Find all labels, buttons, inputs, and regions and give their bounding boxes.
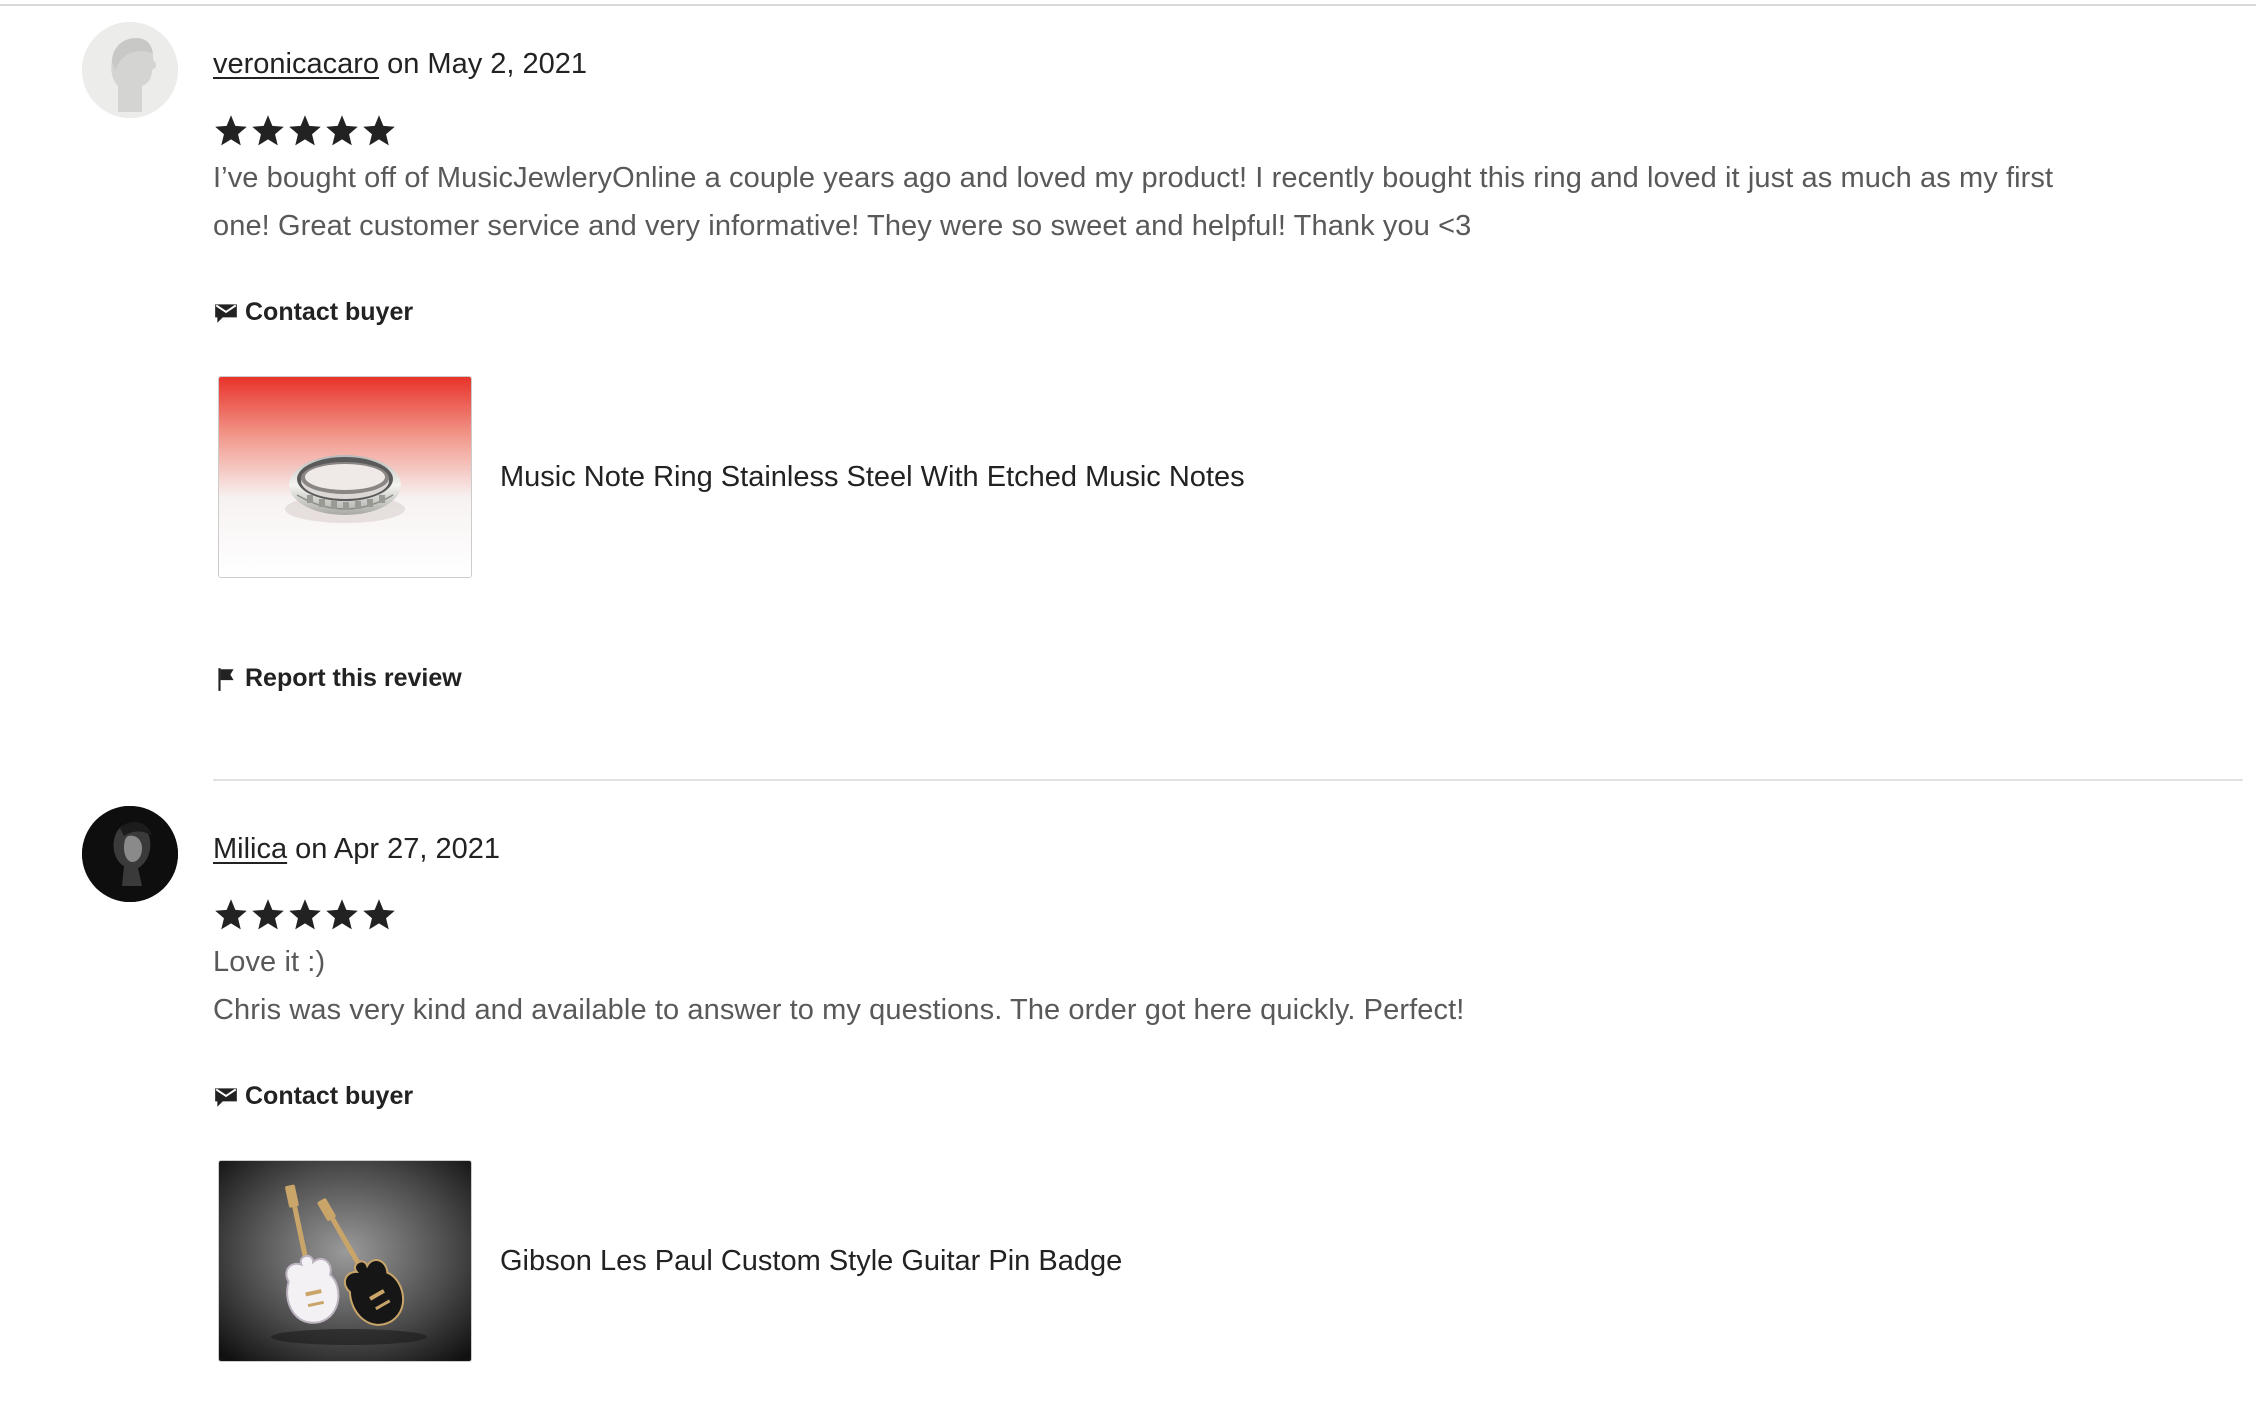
contact-buyer-label: Contact buyer <box>245 298 414 326</box>
review-title: Love it :) <box>213 946 326 978</box>
guitar-pins-image <box>219 1161 471 1361</box>
review-body: I’ve bought off of MusicJewleryOnline a … <box>213 154 2113 250</box>
star-icon <box>289 899 321 930</box>
product-title[interactable]: Gibson Les Paul Custom Style Guitar Pin … <box>500 1245 1122 1278</box>
review-date: Apr 27, 2021 <box>333 833 500 865</box>
review-date: May 2, 2021 <box>427 48 588 80</box>
user-photo-avatar <box>82 806 178 902</box>
flag-icon <box>218 667 234 691</box>
contact-buyer-button[interactable]: Contact buyer <box>213 1082 413 1111</box>
product-thumbnail[interactable] <box>218 1160 472 1362</box>
review-text: I’ve bought off of MusicJewleryOnline a … <box>213 162 2054 242</box>
review-meta: veronicacaro on May 2, 2021 <box>213 46 587 82</box>
review-divider <box>213 779 2243 781</box>
star-icon <box>326 115 358 146</box>
product-link[interactable]: Music Note Ring Stainless Steel With Etc… <box>218 376 1245 578</box>
date-prefix: on <box>287 833 334 865</box>
star-icon <box>215 115 247 146</box>
star-icon <box>326 899 358 930</box>
star-icon <box>252 115 284 146</box>
star-icon <box>289 115 321 146</box>
review-meta: Milica on Apr 27, 2021 <box>213 831 500 867</box>
product-link[interactable]: Gibson Les Paul Custom Style Guitar Pin … <box>218 1160 1122 1362</box>
star-icon <box>363 899 395 930</box>
review-text: Chris was very kind and available to ans… <box>213 994 1465 1026</box>
default-avatar-icon <box>82 22 178 118</box>
reviewer-username-link[interactable]: veronicacaro <box>213 48 379 80</box>
contact-buyer-label: Contact buyer <box>245 1082 414 1110</box>
star-icon <box>363 115 395 146</box>
avatar[interactable] <box>82 806 178 902</box>
envelope-icon <box>215 1087 237 1107</box>
contact-buyer-button[interactable]: Contact buyer <box>213 298 413 327</box>
star-icon <box>252 899 284 930</box>
review-body: Love it :) Chris was very kind and avail… <box>213 938 2113 1034</box>
envelope-icon <box>215 303 237 323</box>
product-title[interactable]: Music Note Ring Stainless Steel With Etc… <box>500 461 1245 494</box>
star-rating <box>213 113 397 153</box>
star-rating <box>213 897 397 937</box>
review-item: Milica on Apr 27, 2021 Love it :) Chris … <box>0 790 2256 1426</box>
star-icon <box>215 899 247 930</box>
review-item: veronicacaro on May 2, 2021 I’ve bought … <box>0 0 2256 790</box>
date-prefix: on <box>379 48 428 80</box>
report-review-label: Report this review <box>245 664 462 692</box>
ring-image <box>219 377 471 577</box>
report-review-button[interactable]: Report this review <box>213 664 462 693</box>
reviewer-username-link[interactable]: Milica <box>213 833 287 865</box>
product-thumbnail[interactable] <box>218 376 472 578</box>
avatar[interactable] <box>82 22 178 118</box>
